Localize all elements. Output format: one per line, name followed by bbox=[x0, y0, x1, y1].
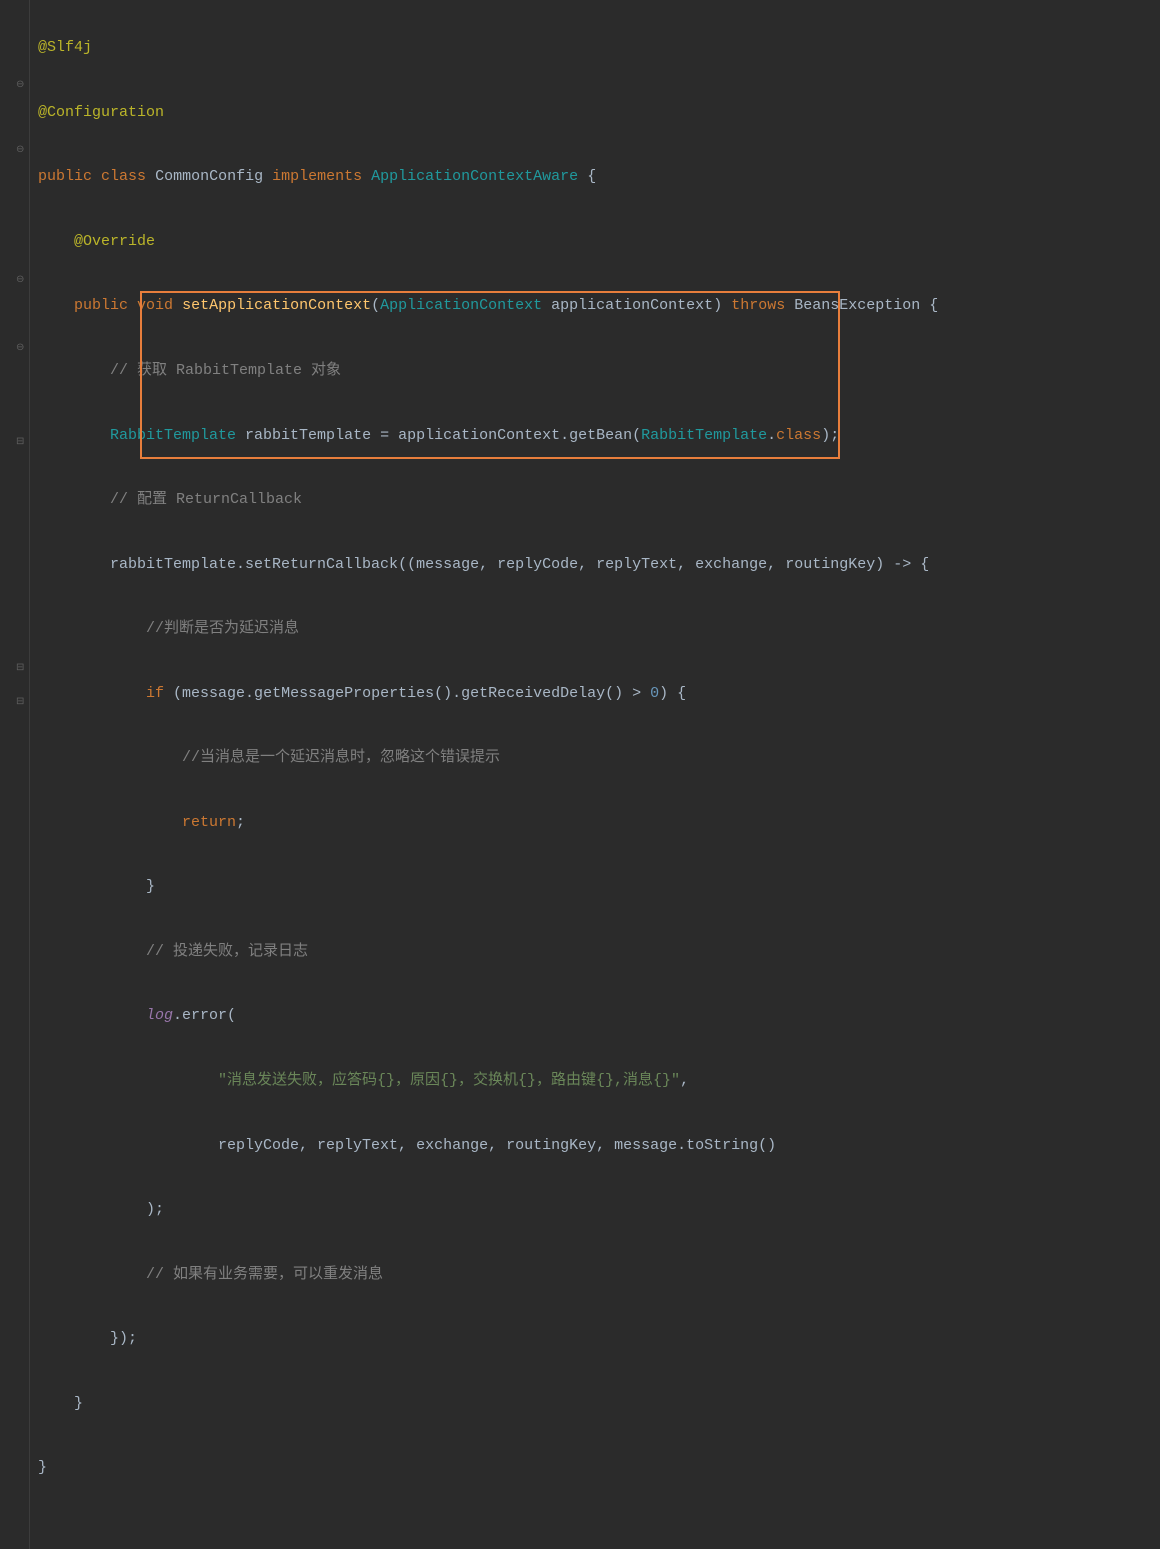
comma: , bbox=[767, 556, 785, 573]
fold-icon[interactable]: ⊟ bbox=[16, 432, 26, 442]
keyword: return bbox=[182, 814, 236, 831]
comment: // 获取 RabbitTemplate 对象 bbox=[110, 362, 341, 379]
code-text: ) { bbox=[659, 685, 686, 702]
fold-icon[interactable]: ⊟ bbox=[16, 692, 26, 702]
interface-name: ApplicationContextAware bbox=[371, 168, 578, 185]
param: routingKey bbox=[785, 556, 875, 573]
code-text: rabbitTemplate = applicationContext.getB… bbox=[236, 427, 641, 444]
exception-type: BeansException bbox=[794, 297, 920, 314]
code-editor[interactable]: ⊖ ⊖ ⊖ ⊖ ⊟ ⊟ ⊟ @Slf4j @Configuration publ… bbox=[0, 0, 1160, 1549]
close-paren: ); bbox=[146, 1201, 164, 1218]
comma: , bbox=[680, 1072, 689, 1089]
type: RabbitTemplate bbox=[641, 427, 767, 444]
brace: } bbox=[146, 878, 155, 895]
code-text: .error( bbox=[173, 1007, 236, 1024]
param-name: applicationContext bbox=[542, 297, 713, 314]
code-text: replyCode, replyText, exchange, routingK… bbox=[218, 1137, 776, 1154]
close-brace: }); bbox=[110, 1330, 137, 1347]
param: replyText bbox=[596, 556, 677, 573]
annotation: @Slf4j bbox=[38, 39, 92, 56]
comment: // 如果有业务需要，可以重发消息 bbox=[146, 1266, 383, 1283]
keyword: implements bbox=[272, 168, 362, 185]
keyword: class bbox=[776, 427, 821, 444]
class-name: CommonConfig bbox=[155, 168, 263, 185]
semicolon: ; bbox=[236, 814, 245, 831]
method-name: setApplicationContext bbox=[182, 297, 371, 314]
gutter: ⊖ ⊖ ⊖ ⊖ ⊟ ⊟ ⊟ bbox=[0, 0, 30, 1549]
comma: , bbox=[578, 556, 596, 573]
param: replyCode bbox=[497, 556, 578, 573]
comment: //判断是否为延迟消息 bbox=[146, 620, 299, 637]
code-content[interactable]: @Slf4j @Configuration public class Commo… bbox=[30, 0, 1160, 1549]
fold-icon[interactable]: ⊖ bbox=[16, 140, 26, 150]
annotation: @Configuration bbox=[38, 104, 164, 121]
keyword: void bbox=[137, 297, 173, 314]
comment: // 投递失败，记录日志 bbox=[146, 943, 308, 960]
keyword: class bbox=[101, 168, 146, 185]
lambda-arrow: ) -> { bbox=[875, 556, 929, 573]
param-type: ApplicationContext bbox=[380, 297, 542, 314]
param: exchange bbox=[695, 556, 767, 573]
annotation: @Override bbox=[74, 233, 155, 250]
brace: { bbox=[920, 297, 938, 314]
keyword: throws bbox=[731, 297, 785, 314]
keyword: public bbox=[38, 168, 92, 185]
code-text: ); bbox=[821, 427, 839, 444]
fold-icon[interactable]: ⊖ bbox=[16, 270, 26, 280]
type: RabbitTemplate bbox=[110, 427, 236, 444]
number-literal: 0 bbox=[650, 685, 659, 702]
fold-icon[interactable]: ⊖ bbox=[16, 338, 26, 348]
brace: } bbox=[38, 1459, 47, 1476]
fold-icon[interactable]: ⊖ bbox=[16, 75, 26, 85]
code-text: rabbitTemplate.setReturnCallback((messag… bbox=[110, 556, 479, 573]
fold-icon[interactable]: ⊟ bbox=[16, 658, 26, 668]
identifier: log bbox=[146, 1007, 173, 1024]
dot: . bbox=[767, 427, 776, 444]
comment: // 配置 ReturnCallback bbox=[110, 491, 302, 508]
brace: } bbox=[74, 1395, 83, 1412]
comment: //当消息是一个延迟消息时，忽略这个错误提示 bbox=[182, 749, 500, 766]
comma: , bbox=[479, 556, 497, 573]
code-text: (message.getMessageProperties().getRecei… bbox=[164, 685, 650, 702]
keyword: public bbox=[74, 297, 128, 314]
comma: , bbox=[677, 556, 695, 573]
keyword: if bbox=[146, 685, 164, 702]
brace: { bbox=[578, 168, 596, 185]
string-literal: "消息发送失败，应答码{}，原因{}，交换机{}，路由键{},消息{}" bbox=[218, 1072, 680, 1089]
